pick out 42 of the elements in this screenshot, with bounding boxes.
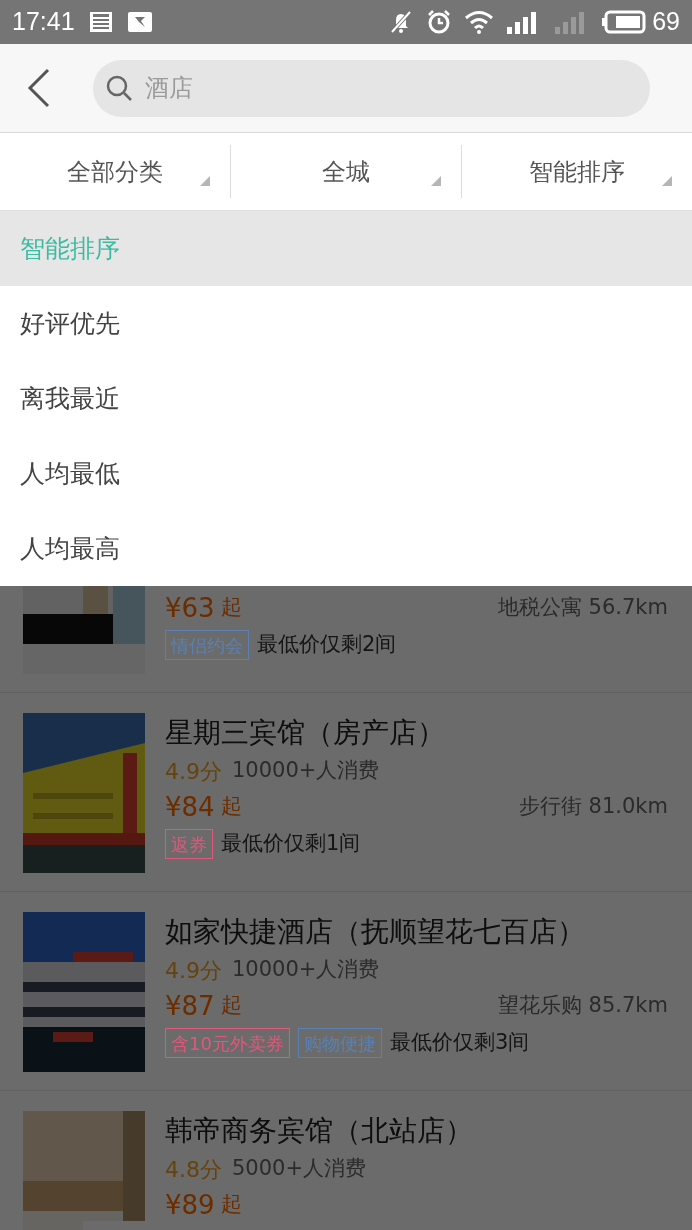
hotel-rating: 4.8分: [165, 1155, 222, 1184]
rooms-left: 最低价仅剩1间: [221, 830, 361, 858]
hotel-tag: 返券: [165, 829, 213, 859]
battery-icon: [602, 10, 647, 34]
corner-triangle-icon: [200, 176, 210, 186]
sales-count: 5000+人消费: [232, 1155, 367, 1183]
hotel-price: ¥87: [165, 989, 215, 1023]
hotel-name: 如家快捷酒店（抚顺望花七百店）: [165, 914, 585, 950]
search-icon: [105, 73, 133, 102]
hotel-price: ¥63: [165, 591, 215, 625]
hotel-rating: 4.9分: [165, 757, 222, 786]
hotel-name: 韩帝商务宾馆（北站店）: [165, 1113, 473, 1149]
battery-level: 69: [652, 6, 680, 38]
hotel-distance: 地税公寓 56.7km: [497, 594, 668, 622]
filter-tab[interactable]: 全部分类: [0, 133, 230, 210]
price-suffix: 起: [220, 793, 242, 821]
rooms-left: 最低价仅剩2间: [257, 631, 397, 659]
image-icon: [126, 11, 153, 33]
status-time: 17:41: [12, 6, 75, 38]
hotel-tag: 情侣约会: [165, 630, 249, 660]
hotel-price: ¥84: [165, 790, 215, 824]
price-suffix: 起: [220, 992, 242, 1020]
hotel-tag: 含10元外卖券: [165, 1028, 290, 1058]
sales-count: 10000+人消费: [232, 757, 380, 785]
filter-tab[interactable]: 智能排序: [462, 133, 692, 210]
price-suffix: 起: [220, 1191, 242, 1219]
hotel-name: 星期三宾馆（房产店）: [165, 715, 445, 751]
search-field[interactable]: 酒店: [93, 59, 650, 117]
hotel-tag: 购物便捷: [297, 1028, 382, 1058]
price-suffix: 起: [220, 594, 242, 622]
back-icon[interactable]: [26, 68, 52, 108]
corner-triangle-icon: [431, 176, 441, 186]
sales-count: 10000+人消费: [232, 956, 380, 984]
newspaper-icon: [88, 11, 113, 33]
wifi-icon: [464, 9, 495, 35]
filter-tab[interactable]: 全城: [231, 133, 461, 210]
corner-triangle-icon: [662, 176, 672, 186]
hotel-rating: 4.9分: [165, 956, 222, 985]
hotel-distance: 望花乐购 85.7km: [497, 992, 668, 1020]
rooms-left: 最低价仅剩3间: [389, 1029, 530, 1057]
hotel-price: ¥89: [165, 1188, 215, 1222]
hotel-distance: 步行街 81.0km: [518, 793, 668, 821]
